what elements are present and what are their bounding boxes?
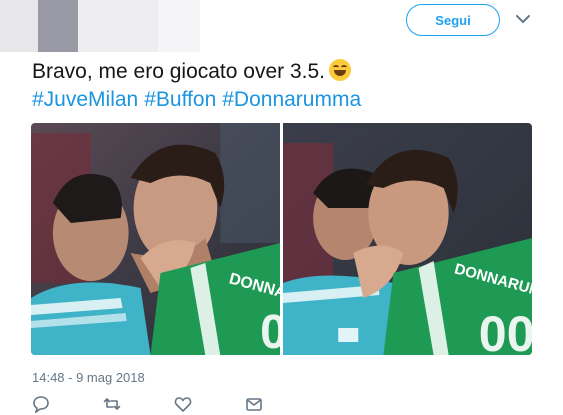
tweet-actions — [28, 395, 288, 415]
tweet-timestamp[interactable]: 14:48 - 9 mag 2018 — [32, 370, 145, 385]
hashtag-buffon[interactable]: #Buffon — [144, 88, 216, 111]
laughing-emoji-icon — [329, 59, 351, 81]
message-icon[interactable] — [245, 395, 263, 413]
follow-button[interactable]: Segui — [406, 4, 500, 36]
blurred-avatar-name — [0, 0, 200, 52]
tweet-body: Bravo, me ero giocato over 3.5. — [32, 60, 325, 83]
tweet-text-line: Bravo, me ero giocato over 3.5. — [32, 58, 532, 86]
reply-icon[interactable] — [32, 395, 50, 413]
photo-2[interactable]: DONNARUMMA 00 — [283, 123, 532, 355]
hashtag-juvemilan[interactable]: #JuveMilan — [32, 88, 138, 111]
hashtag-donnarumma[interactable]: #Donnarumma — [222, 88, 361, 111]
avatar — [38, 0, 78, 52]
chevron-down-icon[interactable] — [514, 10, 532, 28]
like-icon[interactable] — [174, 395, 192, 413]
blur-strip — [0, 0, 38, 52]
retweet-icon[interactable] — [103, 395, 121, 413]
tweet-text: Bravo, me ero giocato over 3.5. #JuveMil… — [32, 58, 532, 114]
photo-1[interactable]: DONNARUMMA 0 — [31, 123, 280, 355]
svg-text:0: 0 — [260, 306, 280, 355]
blur-strip — [158, 0, 200, 52]
blur-strip — [78, 0, 158, 52]
hashtag-line: #JuveMilan #Buffon #Donnarumma — [32, 86, 532, 114]
media-grid: DONNARUMMA 0 DONNARUMMA 00 — [31, 123, 532, 355]
svg-text:00: 00 — [479, 306, 532, 355]
